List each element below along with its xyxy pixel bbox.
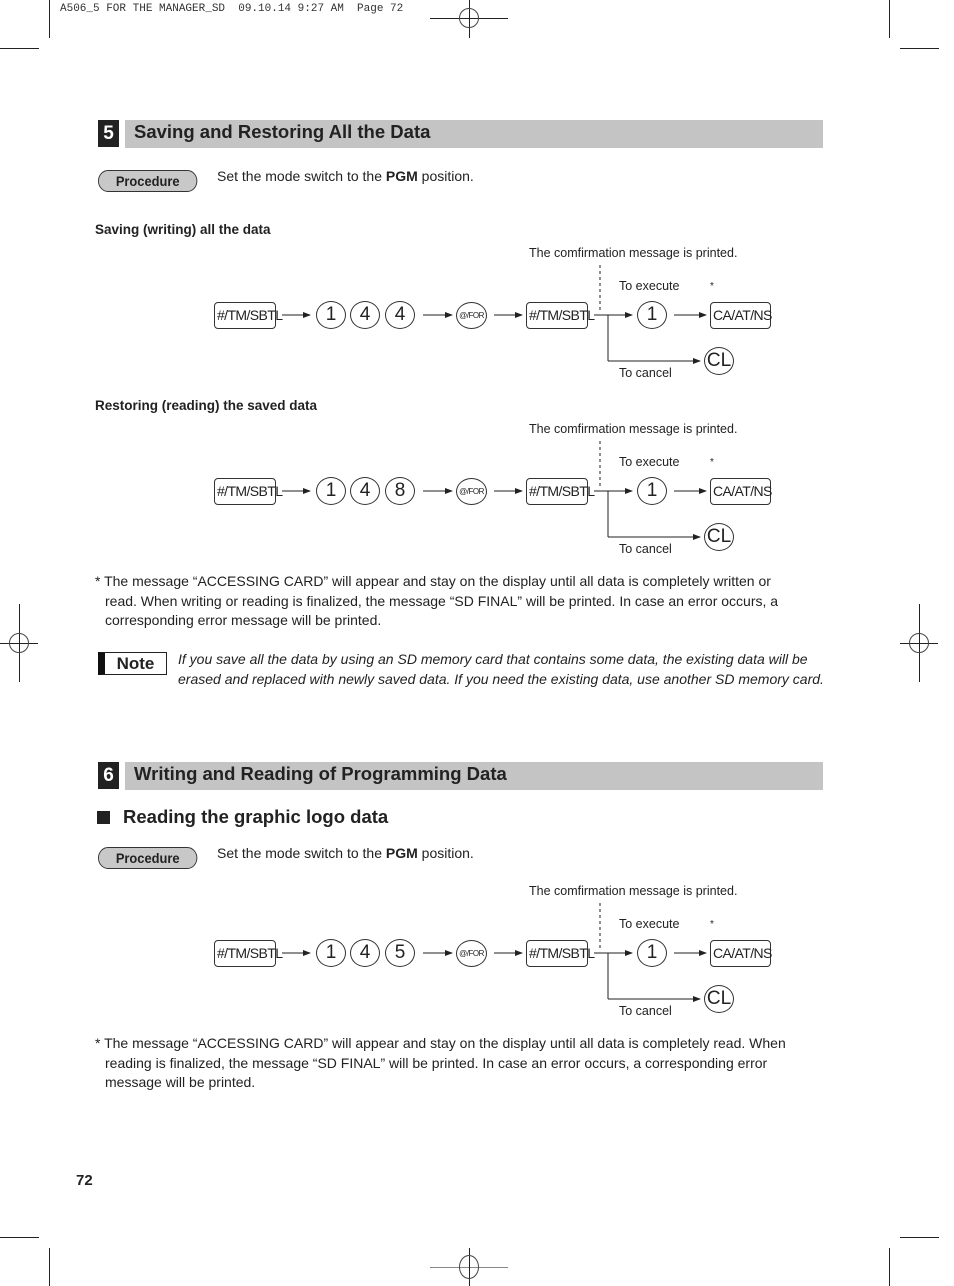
execute-key-1: 1 (637, 939, 667, 967)
tm-sbtl-key: #/TM/SBTL (214, 478, 283, 505)
saving-heading: Saving (writing) all the data (95, 222, 271, 237)
procedure-text-post: position. (417, 845, 474, 861)
tm-sbtl-key: #/TM/SBTL (214, 302, 283, 329)
mode-pgm: PGM (385, 168, 418, 184)
digit-key-3: 8 (385, 477, 415, 505)
restoring-heading: Restoring (reading) the saved data (95, 398, 318, 413)
digit-key-3: 4 (385, 301, 415, 329)
procedure-text-pre: Set the mode switch to the (217, 845, 386, 861)
digit-key-2: 4 (350, 939, 380, 967)
footnote-line: reading is finalized, the message “SD FI… (105, 1054, 768, 1071)
for-key: @/FOR (456, 302, 487, 329)
cl-key: CL (704, 347, 734, 375)
procedure-badge: Procedure (98, 847, 198, 869)
crop-mark (889, 0, 890, 38)
square-bullet-icon (97, 811, 110, 824)
section-number: 6 (98, 762, 119, 789)
to-cancel-label: To cancel (619, 366, 672, 380)
to-execute-label: To execute (619, 279, 680, 293)
procedure-text: Set the mode switch to the PGM position. (217, 168, 474, 184)
to-execute-label: To execute (619, 917, 680, 931)
asterisk: * (710, 457, 714, 468)
digit-key-2: 4 (350, 301, 380, 329)
cl-key: CL (704, 523, 734, 551)
crop-mark (0, 1237, 39, 1238)
subheading: Reading the graphic logo data (123, 806, 389, 827)
for-key: @/FOR (456, 478, 487, 505)
for-key: @/FOR (456, 940, 487, 967)
crop-mark (0, 48, 39, 49)
cl-key: CL (704, 985, 734, 1013)
execute-key-1: 1 (637, 477, 667, 505)
note-badge: Note (98, 652, 167, 675)
digit-key-1: 1 (316, 939, 346, 967)
to-cancel-label: To cancel (619, 542, 672, 556)
tm-sbtl-key: #/TM/SBTL (526, 940, 595, 967)
ca-at-ns-key: CA/AT/NS (710, 940, 772, 967)
footnote-line: corresponding error message will be prin… (105, 612, 382, 628)
section-title: Writing and Reading of Programming Data (134, 763, 507, 784)
procedure-text-post: position. (417, 168, 474, 184)
footnote-line: read. When writing or reading is finaliz… (105, 592, 779, 609)
footnote-line: message will be printed. (105, 1074, 256, 1090)
digit-key-1: 1 (316, 477, 346, 505)
logo-key-sequence: The comfirmation message is printed. #/T… (0, 883, 954, 1023)
saving-key-sequence: The comfirmation message is printed. #/T… (0, 245, 954, 385)
tm-sbtl-key: #/TM/SBTL (214, 940, 283, 967)
section-number: 5 (98, 120, 119, 147)
tm-sbtl-key: #/TM/SBTL (526, 478, 595, 505)
procedure-text: Set the mode switch to the PGM position. (217, 845, 474, 861)
section-title: Saving and Restoring All the Data (134, 121, 431, 142)
asterisk: * (710, 919, 714, 930)
to-cancel-label: To cancel (619, 1004, 672, 1018)
footnote-line: * The message “ACCESSING CARD” will appe… (95, 573, 771, 589)
to-execute-label: To execute (619, 455, 680, 469)
digit-key-2: 4 (350, 477, 380, 505)
crop-mark (900, 48, 939, 49)
crop-mark (49, 1248, 50, 1286)
section-6-footnote: * The message “ACCESSING CARD” will appe… (95, 1034, 830, 1093)
note-text: If you save all the data by using an SD … (178, 651, 824, 687)
crop-mark (49, 0, 50, 38)
restoring-key-sequence: The comfirmation message is printed. #/T… (0, 421, 954, 561)
digit-key-1: 1 (316, 301, 346, 329)
crop-mark (889, 1248, 890, 1286)
section-5-footnote: * The message “ACCESSING CARD” will appe… (95, 572, 830, 631)
footnote-line: * The message “ACCESSING CARD” will appe… (95, 1035, 786, 1051)
mode-pgm: PGM (385, 845, 418, 861)
asterisk: * (710, 281, 714, 292)
ca-at-ns-key: CA/AT/NS (710, 302, 772, 329)
print-header: A506_5 FOR THE MANAGER_SD 09.10.14 9:27 … (60, 3, 404, 15)
crop-mark (900, 1237, 939, 1238)
procedure-text-pre: Set the mode switch to the (217, 168, 386, 184)
digit-key-3: 5 (385, 939, 415, 967)
tm-sbtl-key: #/TM/SBTL (526, 302, 595, 329)
procedure-badge: Procedure (98, 170, 198, 192)
ca-at-ns-key: CA/AT/NS (710, 478, 772, 505)
page-number: 72 (76, 1172, 93, 1189)
execute-key-1: 1 (637, 301, 667, 329)
